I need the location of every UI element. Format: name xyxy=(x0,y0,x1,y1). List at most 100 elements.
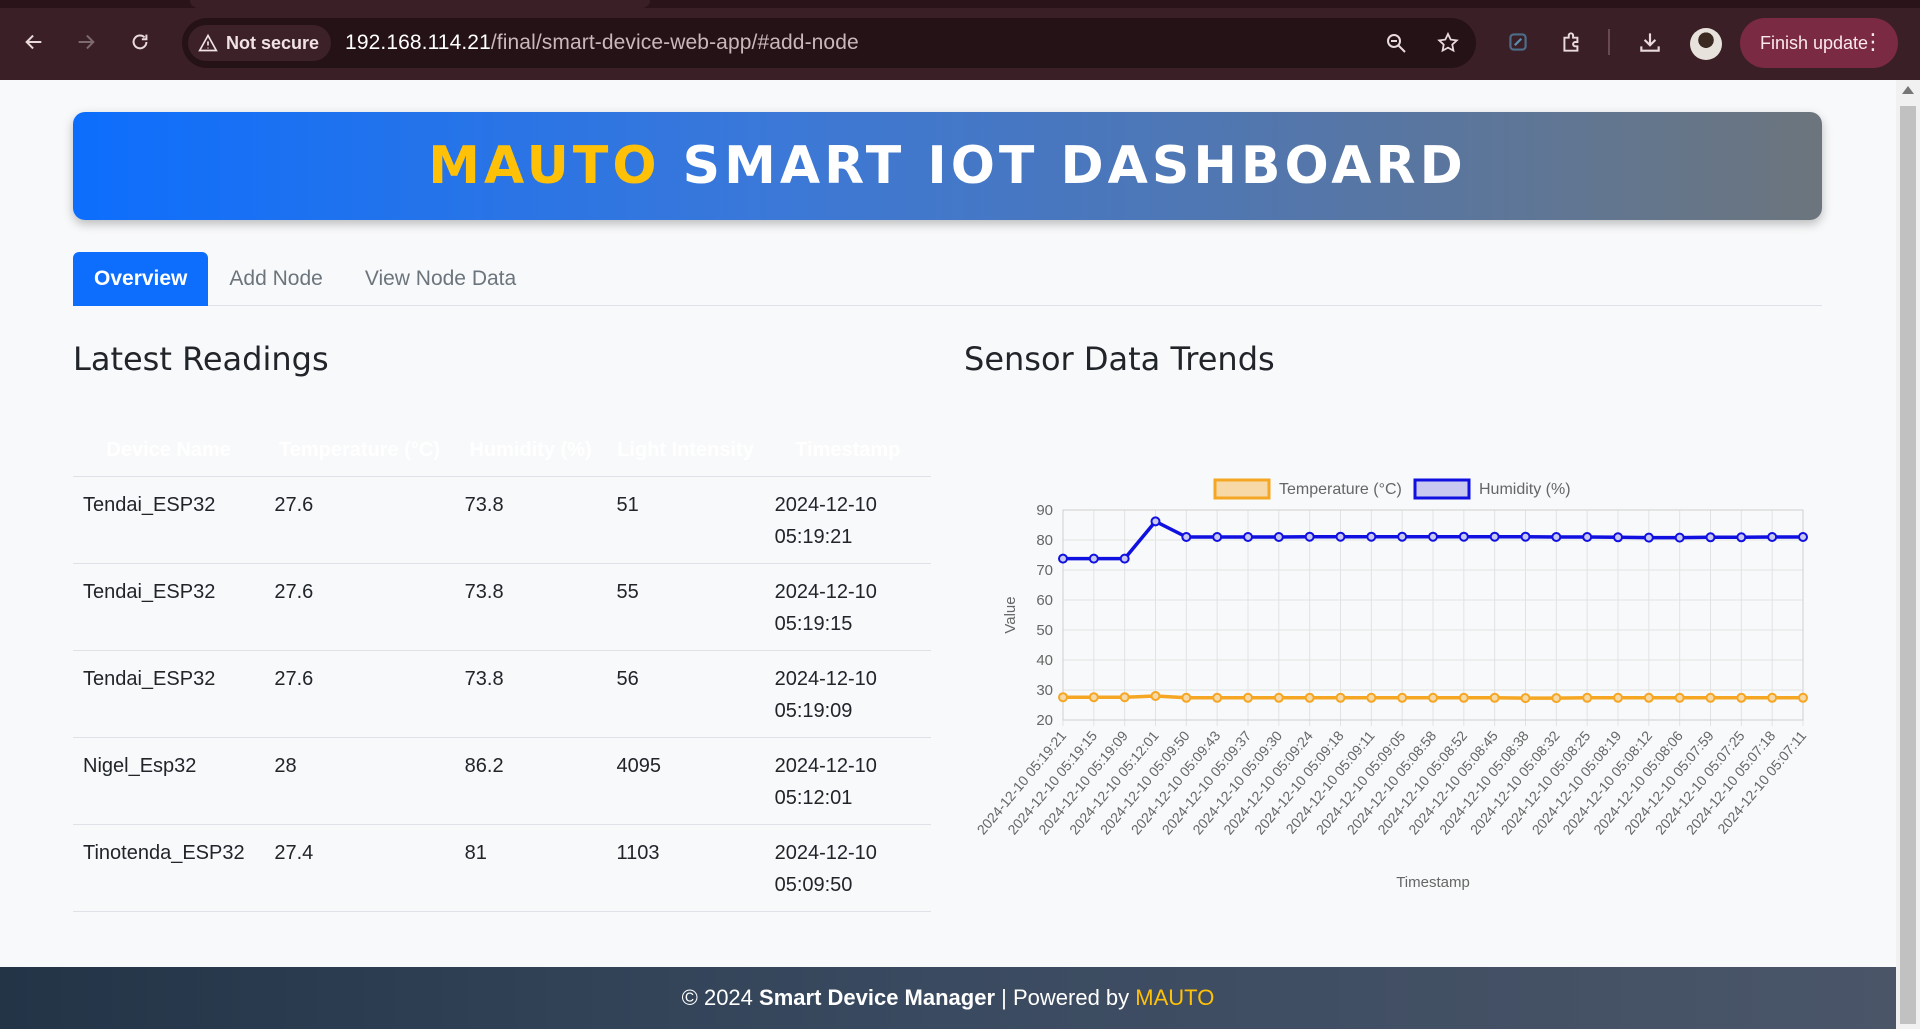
more-options-icon[interactable]: ⋮ xyxy=(1862,31,1884,53)
footer-powered-by: | Powered by xyxy=(1001,985,1130,1010)
y-tick-label: 60 xyxy=(1036,592,1053,609)
humidity-cell: 73.8 xyxy=(454,563,607,651)
latest-readings-title: Latest Readings xyxy=(73,340,329,378)
data-point xyxy=(1243,692,1253,703)
data-point xyxy=(1119,692,1130,703)
url-text[interactable]: 192.168.114.21/final/smart-device-web-ap… xyxy=(345,31,859,55)
tab-view-node-data[interactable]: View Node Data xyxy=(344,252,537,306)
data-point xyxy=(1736,532,1747,543)
timestamp-cell: 2024-12-10 05:19:21 xyxy=(764,476,931,564)
data-point xyxy=(1212,532,1223,542)
table-row: Tendai_ESP32 27.6 73.8 56 2024-12-10 05:1… xyxy=(73,650,931,738)
temperature-cell: 27.4 xyxy=(264,824,455,912)
data-point xyxy=(1119,553,1130,564)
timestamp-cell: 2024-12-10 05:12:01 xyxy=(764,737,931,825)
data-point xyxy=(1736,692,1747,703)
y-tick-label: 80 xyxy=(1036,532,1053,549)
data-point xyxy=(1582,692,1593,703)
data-point xyxy=(1181,692,1192,703)
tab-add-node[interactable]: Add Node xyxy=(208,252,343,306)
active-tab[interactable] xyxy=(190,0,650,8)
y-tick-label: 70 xyxy=(1036,562,1053,579)
extensions-button[interactable] xyxy=(1554,22,1590,62)
data-point xyxy=(1674,692,1685,703)
footer-brand: MAUTO xyxy=(1135,985,1215,1010)
y-tick-label: 20 xyxy=(1036,712,1053,729)
table-row: Tinotenda_ESP32 27.4 81 1103 2024-12-10 0… xyxy=(73,824,931,912)
timestamp-time: 05:09:50 xyxy=(774,873,853,896)
data-point xyxy=(1489,531,1500,542)
data-point xyxy=(1551,693,1562,704)
device-cell: Nigel_Esp32 xyxy=(73,737,265,825)
downloads-button[interactable] xyxy=(1632,22,1668,62)
reload-icon xyxy=(132,34,148,50)
timestamp-date: 2024-12-10 xyxy=(774,754,877,777)
data-point xyxy=(1767,692,1778,703)
timestamp-cell: 2024-12-10 05:19:15 xyxy=(764,563,931,651)
sensor-trends-chart-container: 20 30 40 50 60 70 80 90 2024-12-10 05:19:21 2024-… xyxy=(963,390,1823,910)
data-point xyxy=(1643,532,1654,543)
data-point xyxy=(1458,692,1469,703)
footer-copyright: © 2024 xyxy=(681,985,753,1010)
data-point xyxy=(1674,532,1685,543)
tab-overview[interactable]: Overview xyxy=(73,252,209,306)
device-cell: Tinotenda_ESP32 xyxy=(73,824,265,912)
page-scrollbar[interactable] xyxy=(1896,80,1920,1029)
data-point xyxy=(1582,532,1593,542)
light-cell: 1103 xyxy=(606,824,765,912)
scrollbar-thumb[interactable] xyxy=(1900,106,1916,1024)
device-cell: Tendai_ESP32 xyxy=(73,476,265,564)
site-info-chip[interactable]: Not secure xyxy=(188,25,332,61)
device-cell: Tendai_ESP32 xyxy=(73,563,265,651)
tab-strip xyxy=(0,0,1920,8)
light-cell: 4095 xyxy=(606,737,765,825)
extension-button[interactable] xyxy=(1500,22,1536,62)
extension-app-icon xyxy=(1509,33,1527,51)
security-label: Not secure xyxy=(226,32,320,53)
humidity-cell: 81 xyxy=(454,824,607,912)
data-point xyxy=(1304,692,1315,703)
table-row: Tendai_ESP32 27.6 73.8 51 2024-12-10 05:1… xyxy=(73,476,931,564)
timestamp-cell: 2024-12-10 05:09:50 xyxy=(764,824,931,912)
data-point xyxy=(1150,516,1161,527)
data-point xyxy=(1273,692,1284,703)
bookmark-star-icon[interactable] xyxy=(1436,31,1460,55)
legend-label: Temperature (°C) xyxy=(1279,481,1402,498)
table-header-row: Device Name Temperature (°C) Humidity (%… xyxy=(73,396,931,477)
timestamp-time: 05:19:09 xyxy=(774,699,853,722)
data-point xyxy=(1428,692,1438,703)
data-point xyxy=(1705,532,1716,543)
temperature-cell: 27.6 xyxy=(264,650,455,738)
legend-swatch xyxy=(1213,478,1271,500)
arrow-right-icon xyxy=(78,34,95,50)
y-tick-label: 40 xyxy=(1036,652,1053,669)
reload-button[interactable] xyxy=(120,22,160,62)
data-point xyxy=(1366,531,1377,542)
data-point xyxy=(1551,532,1562,542)
timestamp-cell: 2024-12-10 05:19:09 xyxy=(764,650,931,738)
table-row: Tendai_ESP32 27.6 73.8 55 2024-12-10 05:1… xyxy=(73,563,931,651)
x-axis-title: Timestamp xyxy=(1396,874,1470,891)
zoom-icon[interactable] xyxy=(1384,31,1408,55)
page-title: MAUTO SMART IOT DASHBOARD xyxy=(428,136,1467,196)
light-cell: 51 xyxy=(606,476,765,564)
temperature-cell: 28 xyxy=(264,737,455,825)
y-tick-label: 90 xyxy=(1036,502,1053,519)
light-cell: 56 xyxy=(606,650,765,738)
device-cell: Tendai_ESP32 xyxy=(73,650,265,738)
profile-avatar[interactable] xyxy=(1690,28,1722,60)
back-button[interactable] xyxy=(14,22,54,62)
data-point xyxy=(1458,531,1469,542)
download-icon xyxy=(1640,33,1660,52)
data-point xyxy=(1088,553,1099,564)
humidity-cell: 86.2 xyxy=(454,737,607,825)
data-point xyxy=(1397,531,1408,542)
y-axis-title: Value xyxy=(1002,596,1019,633)
url-path: /final/smart-device-web-app/#add-node xyxy=(490,31,859,54)
forward-button[interactable] xyxy=(66,22,106,62)
timestamp-time: 05:19:15 xyxy=(774,612,853,635)
address-bar[interactable]: Not secure 192.168.114.21/final/smart-de… xyxy=(182,18,1476,68)
column-header-device: Device Name xyxy=(73,396,265,477)
scroll-up-icon[interactable] xyxy=(1902,86,1914,94)
finish-update-button[interactable]: Finish update ⋮ xyxy=(1740,18,1898,68)
